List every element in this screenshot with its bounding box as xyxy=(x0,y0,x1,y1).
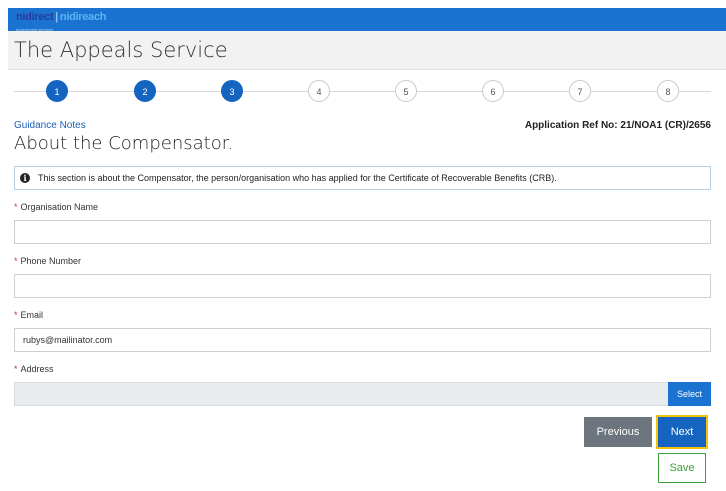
email-input[interactable]: rubys@mailinator.com xyxy=(14,328,711,352)
stepper-line xyxy=(14,91,711,92)
next-button[interactable]: Next xyxy=(656,415,708,449)
page-title: The Appeals Service xyxy=(14,38,228,62)
address-select-button[interactable]: Select xyxy=(668,382,711,406)
step-7: 7 xyxy=(569,80,591,102)
application-ref: Application Ref No: 21/NOA1 (CR)/2656 xyxy=(524,120,711,131)
save-button[interactable]: Save xyxy=(658,453,706,483)
step-3: 3 xyxy=(221,80,243,102)
step-4: 4 xyxy=(308,80,330,102)
step-2: 2 xyxy=(134,80,156,102)
step-8: 8 xyxy=(657,80,679,102)
section-heading: About the Compensator. xyxy=(14,133,234,154)
step-5: 5 xyxy=(395,80,417,102)
top-brand-bar: nidirect | nidireach government services xyxy=(8,8,726,32)
site-logo[interactable]: nidirect | nidireach government services xyxy=(16,11,107,32)
organisation-label: * Organisation Name xyxy=(14,202,99,212)
info-text: This section is about the Compensator, t… xyxy=(38,173,557,183)
info-icon: i xyxy=(20,173,30,183)
logo-text-1: nidirect xyxy=(16,11,54,23)
email-label: * Email xyxy=(14,310,44,320)
step-6: 6 xyxy=(482,80,504,102)
address-input xyxy=(14,382,669,406)
progress-stepper: 1 2 3 4 5 6 7 8 xyxy=(14,80,711,104)
logo-text-2: nidireach xyxy=(59,11,107,23)
organisation-name-input[interactable] xyxy=(14,220,711,244)
info-box: i This section is about the Compensator,… xyxy=(14,166,711,190)
guidance-notes-link[interactable]: Guidance Notes xyxy=(14,120,86,131)
service-header: The Appeals Service xyxy=(8,31,726,70)
step-1: 1 xyxy=(46,80,68,102)
address-label: * Address xyxy=(14,364,54,374)
phone-number-input[interactable] xyxy=(14,274,711,298)
phone-label: * Phone Number xyxy=(14,256,82,266)
previous-button[interactable]: Previous xyxy=(584,417,652,447)
